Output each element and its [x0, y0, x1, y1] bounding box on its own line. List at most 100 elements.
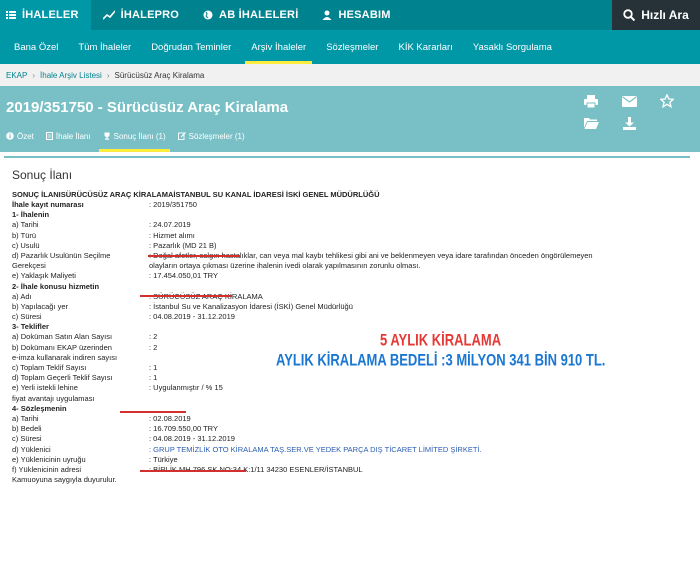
row-value: : 2: [149, 332, 158, 342]
subnav-arsiv-ihaleler[interactable]: Arşiv İhaleler: [241, 30, 316, 64]
row-label: b) Yapılacağı yer: [12, 301, 69, 311]
row-label: c) Süresi: [12, 434, 42, 444]
tab-ozet[interactable]: Özet: [0, 124, 40, 148]
list-icon: [6, 10, 16, 20]
download-icon[interactable]: [610, 112, 648, 134]
row-label: d) Yüklenici: [12, 444, 51, 454]
subnav-sozlesmeler[interactable]: Sözleşmeler: [316, 30, 388, 64]
nav-ihaleler[interactable]: İHALELER: [0, 0, 91, 30]
subnav-kik-kararlari[interactable]: KİK Kararları: [388, 30, 462, 64]
row-label: c) Toplam Teklif Sayısı: [12, 363, 87, 372]
subnav-tum-ihaleler[interactable]: Tüm İhaleler: [68, 30, 141, 64]
trophy-icon: [103, 132, 111, 140]
row-label: e-imza kullanarak indiren sayısı: [12, 352, 118, 362]
announcement-subject: SONUÇ İLANISÜRÜCÜSÜZ ARAÇ KİRALAMAİSTANB…: [12, 190, 380, 199]
nav-ihalepro[interactable]: İHALEPRO: [91, 0, 191, 30]
nav-hesabim[interactable]: HESABIM: [310, 0, 402, 30]
edit-icon: [177, 132, 186, 140]
row-label: f) Yüklenicinin adresi: [12, 464, 82, 474]
tender-header: 2019/351750 - Sürücüsüz Araç Kiralama Öz…: [0, 86, 700, 152]
nav-ab-ihaleleri[interactable]: AB İHALELERİ: [191, 0, 310, 30]
folder-open-icon[interactable]: [572, 112, 610, 134]
row-value: : 1: [149, 363, 158, 372]
table-row: f) Yüklenicinin adresi: BİRLİK MH 796 SK…: [12, 465, 672, 475]
nav-ab-ihaleleri-label: AB İHALELERİ: [219, 9, 299, 21]
table-row: 2- İhale konusu hizmetin: [12, 282, 672, 292]
table-row: 1- İhalenin: [12, 210, 672, 220]
table-row: b) Türü : Hizmet alımı: [12, 231, 672, 241]
red-underline-gecerli-teklif: [120, 411, 186, 413]
tab-sonuc-ilani[interactable]: Sonuç İlanı (1): [97, 124, 172, 152]
table-row: a) Tarihi: 24.07.2019: [12, 220, 672, 230]
document-icon: [45, 132, 53, 140]
row-label: a) Doküman Satın Alan Sayısı: [12, 332, 113, 342]
row-label: Gerekçesi: [12, 261, 46, 271]
row-value: olayların ortaya çıkması üzerine ihaleni…: [149, 261, 421, 271]
table-row: c) Süresi : 04.08.2019 - 31.12.2019: [12, 434, 672, 444]
row-label: d) Toplam Geçerli Teklif Sayısı: [12, 373, 113, 383]
table-row: a) Adı : SÜRÜCÜSÜZ ARAÇ KİRALAMA: [12, 292, 672, 302]
row-label: d) Pazarlık Usulünün Seçilme: [12, 250, 111, 260]
row-value: : Türkiye: [149, 454, 178, 464]
row-label: e) Yüklenicinin uyruğu: [12, 454, 86, 464]
row-value: : 24.07.2019: [149, 220, 191, 230]
table-row: e) Yaklaşık Maliyeti: 17.454.050,01 TRY: [12, 271, 672, 281]
tab-sonuc-ilani-label: Sonuç İlanı (1): [113, 131, 166, 141]
chevron-right-icon: ›: [106, 70, 110, 80]
subnav-dogrudan-teminler[interactable]: Doğrudan Teminler: [141, 30, 241, 64]
table-row: 4- Sözleşmenin: [12, 404, 672, 414]
breadcrumb-arsiv-listesi[interactable]: İhale Arşiv Listesi: [40, 71, 102, 80]
nav-ihaleler-label: İHALELER: [22, 9, 79, 21]
print-icon[interactable]: [572, 90, 610, 112]
tab-ihale-ilani[interactable]: İhale İlanı: [40, 124, 97, 148]
row-label: c) Süresi: [12, 312, 42, 322]
breadcrumb-ekap[interactable]: EKAP: [6, 71, 27, 80]
tab-ihale-ilani-label: İhale İlanı: [55, 131, 91, 141]
row-label: b) Bedeli: [12, 424, 42, 434]
subnav-bana-ozel[interactable]: Bana Özel: [0, 30, 68, 64]
row-value: : Pazarlık (MD 21 B): [149, 240, 217, 250]
row-label: e) Yaklaşık Maliyeti: [12, 271, 76, 281]
red-underline-yaklasik-maliyet: [140, 295, 232, 297]
chart-line-icon: [102, 10, 115, 20]
info-icon: [6, 132, 14, 140]
table-row: Gerekçesi olayların ortaya çıkması üzerin…: [12, 261, 672, 271]
row-value: : 04.08.2019 - 31.12.2019: [149, 434, 235, 444]
subnav-yasakli-sorgulama[interactable]: Yasaklı Sorgulama: [463, 30, 562, 64]
star-icon[interactable]: [648, 90, 686, 112]
announcement-rows: İhale kayıt numarası: 2019/351750 1- İhal…: [12, 200, 672, 485]
row-label: a) Adı: [12, 291, 32, 301]
contractor-link[interactable]: : GRUP TEMİZLİK OTO KİRALAMA TAŞ.SER.VE …: [149, 445, 482, 455]
globe-icon: [203, 10, 213, 20]
row-label: 4- Sözleşmenin: [12, 403, 67, 413]
table-row: c) Süresi: 04.08.2019 - 31.12.2019: [12, 312, 672, 322]
row-label: İhale kayıt numarası: [12, 200, 84, 209]
row-label: 3- Teklifler: [12, 322, 49, 332]
quick-search-button[interactable]: Hızlı Ara: [612, 0, 700, 30]
mail-icon[interactable]: [610, 90, 648, 112]
row-value: : SÜRÜCÜSÜZ ARAÇ KİRALAMA: [149, 291, 263, 301]
table-row: e) Yerli istekli lehine: Uygulanmıştır /…: [12, 383, 672, 393]
row-value: : 1: [149, 373, 158, 383]
quick-search-label: Hızlı Ara: [641, 8, 689, 22]
nav-hesabim-label: HESABIM: [338, 9, 391, 21]
search-icon: [623, 9, 636, 21]
table-row: b) Yapılacağı yer : İstanbul Su ve Kanali…: [12, 302, 672, 312]
annotation-kiralama-suresi: 5 AYLIK KİRALAMA: [380, 330, 502, 350]
table-row: a) Doküman Satın Alan Sayısı : 2: [12, 332, 672, 342]
table-row: d) Yüklenici : GRUP TEMİZLİK OTO KİRALAMA…: [12, 445, 672, 455]
row-value: : Uygulanmıştır / % 15: [149, 383, 223, 393]
annotation-aylik-bedel: AYLIK KİRALAMA BEDELİ :3 MİLYON 341 BİN …: [276, 350, 606, 370]
row-value: : İstanbul Su ve Kanalizasyon İdaresi (İ…: [149, 301, 353, 311]
table-row: Kamuoyuna saygıyla duyurulur.: [12, 475, 672, 485]
tender-tabs: Özet İhale İlanı Sonuç İlanı (1) Sözleşm…: [0, 124, 251, 152]
sub-navbar: Bana Özel Tüm İhaleler Doğrudan Teminler…: [0, 30, 700, 64]
table-row: a) Tarihi: 02.08.2019: [12, 414, 672, 424]
tab-sozlesmeler[interactable]: Sözleşmeler (1): [172, 124, 251, 148]
row-value: : 2: [149, 342, 158, 352]
tab-ozet-label: Özet: [17, 131, 34, 141]
row-value: : Hizmet alımı: [149, 230, 195, 240]
row-label: b) Türü: [12, 230, 37, 240]
table-row: d) Pazarlık Usulünün Seçilme: Doğal afet…: [12, 251, 672, 261]
row-label: b) Dokümanı EKAP üzerinden: [12, 342, 112, 352]
